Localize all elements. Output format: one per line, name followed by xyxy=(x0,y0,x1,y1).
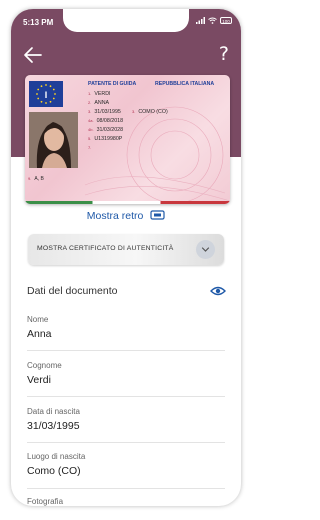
field-label: Cognome xyxy=(27,361,62,370)
signal-icon xyxy=(196,17,205,24)
license-line: 7. xyxy=(88,145,92,150)
eye-icon[interactable] xyxy=(210,286,226,296)
field-label: Data di nascita xyxy=(27,407,80,416)
license-photo xyxy=(29,112,78,168)
certificate-button[interactable]: MOSTRA CERTIFICATO DI AUTENTICITÀ xyxy=(28,234,224,265)
show-back-label: Mostra retro xyxy=(86,210,144,222)
italian-flag-stripe xyxy=(25,201,230,204)
field-value: 31/03/1995 xyxy=(27,420,80,432)
status-icons: 100 xyxy=(196,17,232,24)
field-data-nascita: Data di nascita 31/03/1995 xyxy=(27,407,225,432)
license-line: 4a. 08/08/2018 xyxy=(88,118,124,124)
divider xyxy=(27,350,225,351)
field-nome: Nome Anna xyxy=(27,315,225,340)
battery-icon: 100 xyxy=(220,17,232,24)
divider xyxy=(27,488,225,489)
license-line: 4b. 31/03/2028 xyxy=(88,127,124,133)
field-luogo-nascita: Luogo di nascita Como (CO) xyxy=(27,452,225,477)
divider xyxy=(27,442,225,443)
phone-frame: 5:13 PM 100 ? I PATENTE DI GUIDA REPUBBL… xyxy=(11,9,241,506)
wifi-icon xyxy=(208,17,217,24)
certificate-label: MOSTRA CERTIFICATO DI AUTENTICITÀ xyxy=(37,245,174,252)
license-country: REPUBBLICA ITALIANA xyxy=(155,81,215,87)
license-title: PATENTE DI GUIDA xyxy=(88,81,137,87)
divider xyxy=(27,396,225,397)
card-flip-icon xyxy=(150,210,165,220)
status-time: 5:13 PM xyxy=(23,18,54,27)
license-line: 5. U1319980P xyxy=(88,136,123,142)
field-value: Anna xyxy=(27,328,52,340)
field-label: Fotografia xyxy=(27,497,64,506)
status-bar: 5:13 PM 100 xyxy=(11,9,241,33)
driving-license-card[interactable]: I PATENTE DI GUIDA REPUBBLICA ITALIANA 1… xyxy=(25,75,230,204)
battery-level: 100 xyxy=(222,19,230,24)
license-birthplace: 3. COMO (CO) xyxy=(132,109,168,115)
chevron-down-icon xyxy=(196,240,215,259)
document-section-title: Dati del documento xyxy=(27,285,118,297)
license-line: 2. ANNA xyxy=(88,100,110,106)
license-categories: 9. A, B xyxy=(28,176,44,182)
country-code: I xyxy=(44,90,48,100)
portrait-image xyxy=(29,112,78,168)
field-label: Nome xyxy=(27,315,49,324)
help-button[interactable]: ? xyxy=(219,44,229,64)
back-arrow-icon[interactable] xyxy=(23,45,43,65)
field-value: Como (CO) xyxy=(27,465,81,477)
camera-notch xyxy=(63,9,189,32)
license-line: 3. 31/03/1995 xyxy=(88,109,121,115)
field-label: Luogo di nascita xyxy=(27,452,86,461)
field-value: Verdi xyxy=(27,374,51,386)
show-back-button[interactable]: Mostra retro xyxy=(11,210,241,222)
field-cognome: Cognome Verdi xyxy=(27,361,225,386)
license-line: 1. VERDI xyxy=(88,91,111,97)
eu-flag: I xyxy=(29,81,63,107)
field-fotografia: Fotografia xyxy=(27,497,225,506)
